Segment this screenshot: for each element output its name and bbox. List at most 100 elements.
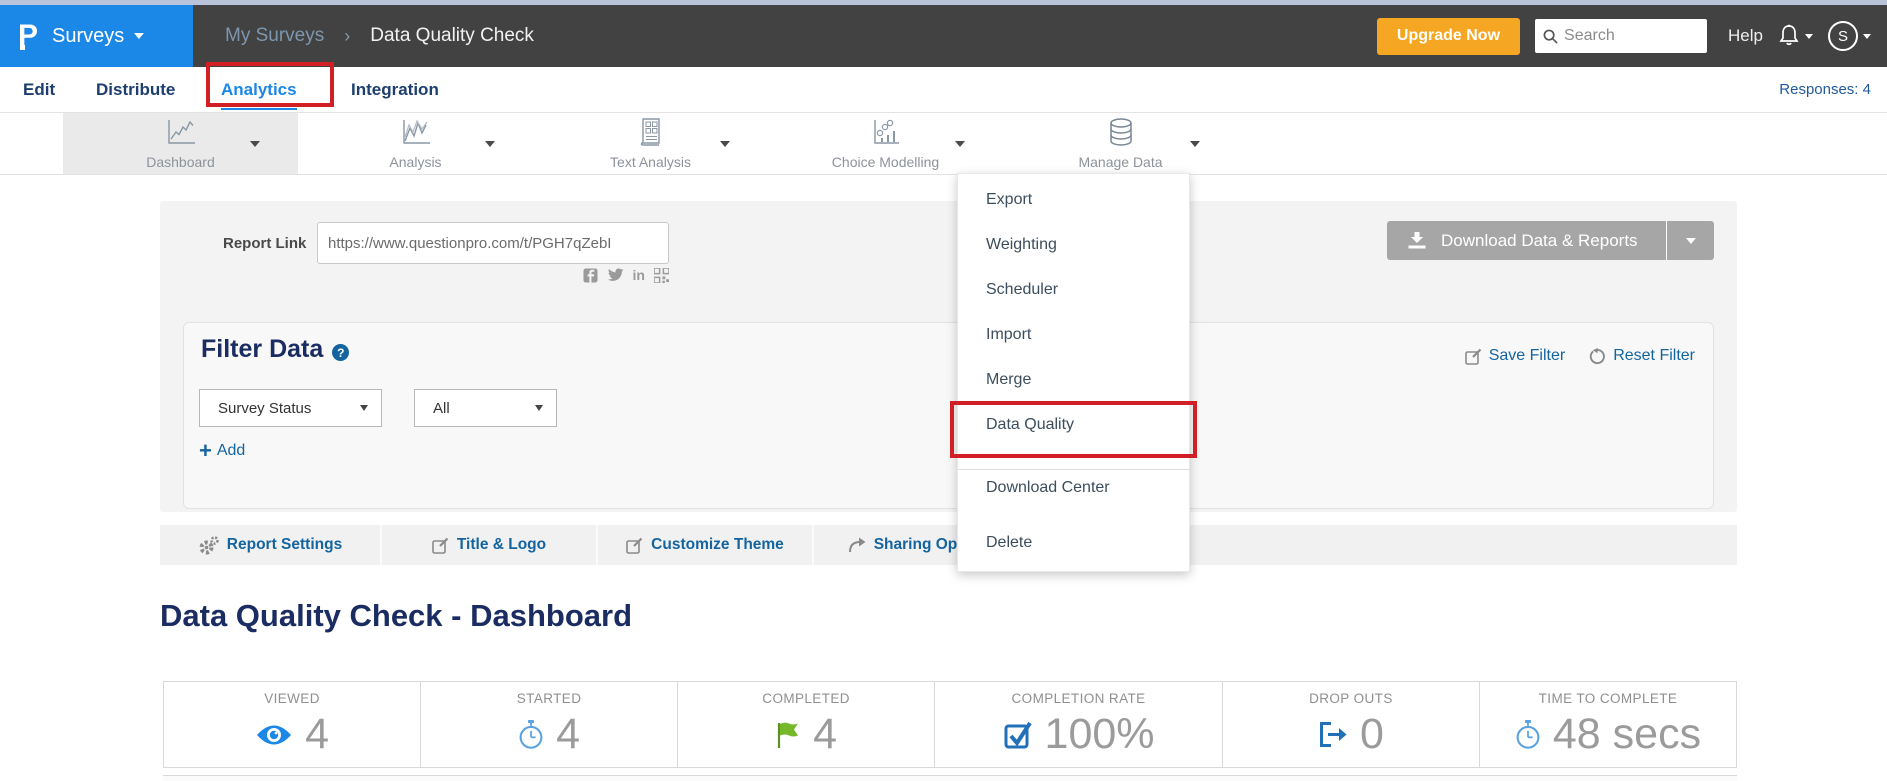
tab-distribute[interactable]: Distribute — [96, 67, 175, 112]
breadcrumb-my-surveys[interactable]: My Surveys — [225, 25, 324, 47]
report-link-input[interactable] — [317, 222, 669, 264]
toolbar-item-label: Analysis — [298, 154, 533, 170]
toolbar-item-manage-data[interactable]: Manage Data — [1003, 113, 1238, 174]
stat-viewed: VIEWED 4 — [164, 682, 421, 767]
stat-label: COMPLETION RATE — [1012, 691, 1146, 706]
menu-item-merge[interactable]: Merge — [986, 371, 1031, 389]
menu-item-delete[interactable]: Delete — [986, 534, 1032, 552]
reset-filter-label: Reset Filter — [1613, 347, 1695, 365]
chevron-down-icon[interactable] — [955, 141, 965, 147]
stat-completed: COMPLETED 4 — [678, 682, 935, 767]
breadcrumb: My Surveys › Data Quality Check — [225, 5, 534, 67]
menu-item-export[interactable]: Export — [986, 191, 1032, 209]
share-icons-row: in — [569, 267, 669, 283]
tab-analytics[interactable]: Analytics — [221, 67, 297, 110]
product-switcher[interactable]: P Surveys — [0, 5, 193, 67]
filter-value-select[interactable]: All — [414, 389, 557, 427]
chevron-down-icon[interactable] — [250, 141, 260, 147]
filter-field-select[interactable]: Survey Status — [199, 389, 382, 427]
tab-integration[interactable]: Integration — [351, 67, 439, 112]
menu-item-import[interactable]: Import — [986, 326, 1031, 344]
filter-links: Save Filter Reset Filter — [1465, 347, 1695, 365]
search-box[interactable] — [1535, 19, 1707, 53]
upgrade-now-button[interactable]: Upgrade Now — [1377, 18, 1520, 55]
notifications-menu[interactable] — [1778, 24, 1813, 48]
stat-value: 4 — [556, 710, 580, 759]
report-link-label: Report Link — [223, 235, 306, 252]
menu-item-data-quality[interactable]: Data Quality — [986, 416, 1074, 434]
download-icon — [1407, 231, 1427, 250]
breadcrumb-separator-icon: › — [344, 26, 350, 47]
title-logo-button[interactable]: Title & Logo — [382, 525, 598, 565]
download-button-label: Download Data & Reports — [1441, 231, 1638, 251]
filter-data-title: Filter Data — [201, 335, 323, 364]
reset-filter-button[interactable]: Reset Filter — [1589, 347, 1695, 365]
stat-label: DROP OUTS — [1309, 691, 1393, 706]
page-title: Data Quality Check - Dashboard — [160, 598, 632, 634]
filter-field-value: Survey Status — [218, 400, 311, 417]
account-menu[interactable]: S — [1828, 21, 1871, 51]
responses-count: Responses: 4 — [1779, 67, 1871, 112]
chevron-down-icon[interactable] — [720, 141, 730, 147]
gear-icon — [198, 536, 219, 555]
reset-icon — [1589, 348, 1606, 365]
toolbar-item-label: Choice Modelling — [768, 154, 1003, 170]
menu-divider — [958, 469, 1191, 470]
toolbar-item-choice-modelling[interactable]: Choice Modelling — [768, 113, 1003, 174]
search-icon — [1543, 29, 1558, 44]
flag-icon — [775, 721, 801, 749]
report-settings-label: Report Settings — [227, 536, 342, 554]
stat-label: COMPLETED — [762, 691, 850, 706]
search-input[interactable] — [1564, 27, 1694, 45]
download-data-reports-button[interactable]: Download Data & Reports — [1387, 221, 1714, 260]
chevron-down-icon — [1863, 34, 1871, 39]
filter-data-card: Filter Data ? Save Filter Reset Filter S… — [183, 322, 1714, 509]
plus-icon: + — [199, 441, 212, 461]
chevron-down-icon[interactable] — [485, 141, 495, 147]
report-settings-button[interactable]: Report Settings — [160, 525, 382, 565]
customize-theme-label: Customize Theme — [651, 536, 784, 554]
menu-item-weighting[interactable]: Weighting — [986, 236, 1057, 254]
facebook-icon[interactable] — [583, 268, 598, 283]
linkedin-icon[interactable]: in — [633, 267, 645, 283]
multi-line-chart-icon — [399, 117, 433, 152]
breadcrumb-current: Data Quality Check — [370, 25, 534, 47]
manage-data-dropdown-menu: Export Weighting Scheduler Import Merge … — [957, 173, 1190, 572]
next-section-top-border — [163, 775, 1737, 781]
line-chart-icon — [164, 117, 198, 152]
chevron-down-icon — [1686, 238, 1696, 244]
share-icon — [848, 537, 866, 553]
customize-theme-button[interactable]: Customize Theme — [598, 525, 814, 565]
stat-completion-rate: COMPLETION RATE 100% — [935, 682, 1223, 767]
qr-code-icon[interactable] — [654, 268, 669, 283]
survey-stats-table: VIEWED 4 STARTED 4 COMPLETED 4 COMPLETIO… — [163, 681, 1737, 768]
twitter-icon[interactable] — [607, 268, 624, 282]
chevron-down-icon — [360, 405, 368, 411]
title-logo-label: Title & Logo — [457, 536, 546, 554]
toolbar-item-analysis[interactable]: Analysis — [298, 113, 533, 174]
tab-edit[interactable]: Edit — [23, 67, 55, 112]
download-dropdown-toggle[interactable] — [1666, 221, 1714, 260]
bell-icon — [1778, 24, 1800, 48]
add-filter-button[interactable]: + Add — [199, 441, 245, 461]
eye-icon — [255, 723, 293, 747]
toolbar-item-text-analysis[interactable]: Text Analysis — [533, 113, 768, 174]
edit-icon — [432, 537, 449, 554]
stat-drop-outs: DROP OUTS 0 — [1223, 682, 1480, 767]
chevron-down-icon — [1805, 34, 1813, 39]
menu-item-scheduler[interactable]: Scheduler — [986, 281, 1058, 299]
help-link[interactable]: Help — [1728, 26, 1763, 46]
help-icon[interactable]: ? — [332, 344, 349, 361]
stopwatch-icon — [518, 720, 544, 750]
menu-item-download-center[interactable]: Download Center — [986, 479, 1110, 497]
save-filter-button[interactable]: Save Filter — [1465, 347, 1565, 365]
header-right-group: Upgrade Now Help S — [1377, 5, 1871, 67]
stat-label: STARTED — [517, 691, 582, 706]
chevron-down-icon[interactable] — [1190, 141, 1200, 147]
stat-label: TIME TO COMPLETE — [1539, 691, 1678, 706]
toolbar-item-label: Manage Data — [1003, 154, 1238, 170]
checkbox-checked-icon — [1003, 720, 1033, 750]
questionpro-logo-icon: P — [18, 19, 38, 53]
toolbar-item-dashboard[interactable]: Dashboard — [63, 113, 298, 174]
analytics-toolbar: Dashboard Analysis Text Analysis Choice … — [0, 112, 1887, 175]
